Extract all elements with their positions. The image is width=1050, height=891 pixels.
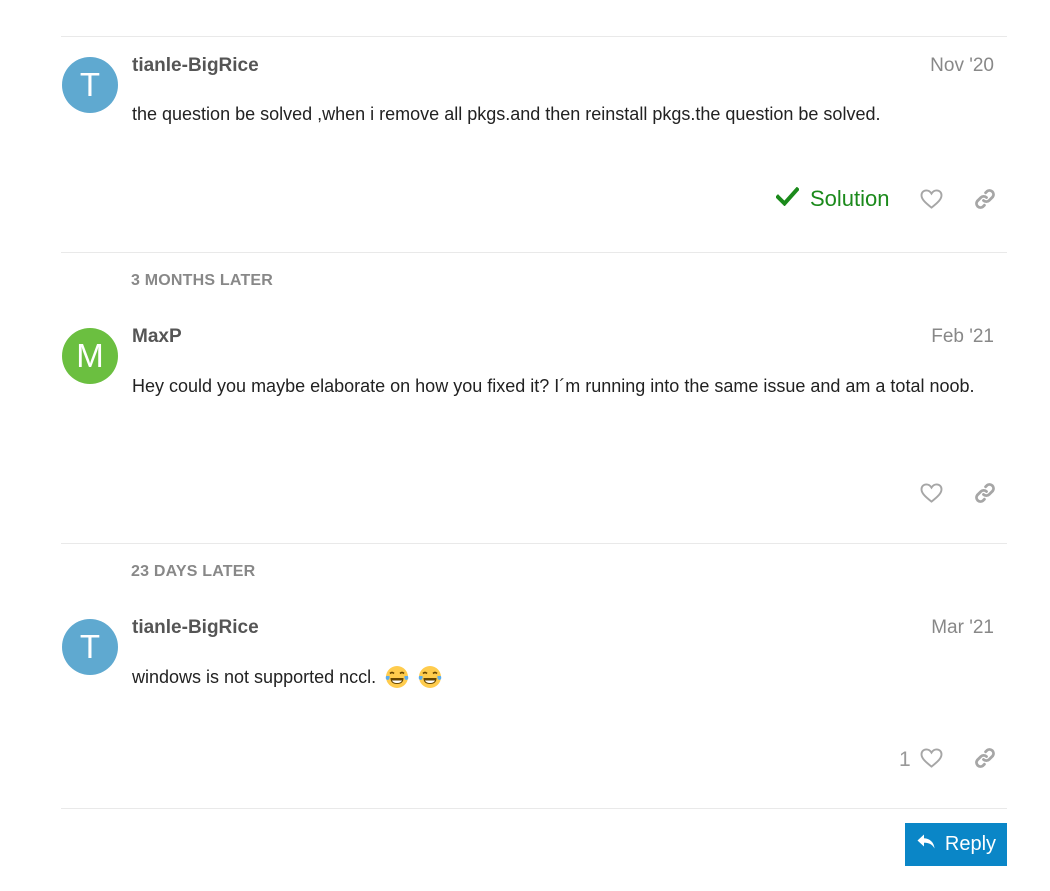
post-text: windows is not supported nccl.: [132, 667, 377, 687]
reply-arrow-icon: [916, 833, 945, 857]
post-date[interactable]: Nov '20: [930, 55, 994, 77]
solution-indicator[interactable]: Solution: [775, 186, 890, 212]
username[interactable]: MaxP: [132, 326, 182, 348]
heart-icon: [920, 482, 943, 508]
like-button[interactable]: [916, 745, 946, 775]
divider: [61, 36, 1007, 37]
post-date[interactable]: Mar '21: [931, 617, 994, 639]
joy-emoji-icon: [418, 665, 442, 689]
share-button[interactable]: [970, 745, 1000, 775]
heart-icon: [920, 188, 943, 214]
link-icon: [973, 187, 997, 216]
time-gap-label: 23 DAYS LATER: [131, 563, 256, 580]
post-body: Hey could you maybe elaborate on how you…: [132, 376, 975, 396]
username[interactable]: tianle-BigRice: [132, 55, 259, 77]
share-button[interactable]: [970, 480, 1000, 510]
solution-label: Solution: [810, 186, 890, 211]
heart-icon: [920, 747, 943, 773]
like-count[interactable]: 1: [899, 748, 911, 772]
joy-emoji-icon: [385, 665, 409, 689]
post-date[interactable]: Feb '21: [931, 326, 994, 348]
share-button[interactable]: [970, 186, 1000, 216]
link-icon: [973, 746, 997, 775]
link-icon: [973, 481, 997, 510]
divider: [61, 543, 1007, 544]
avatar[interactable]: M: [62, 328, 118, 384]
like-button[interactable]: [916, 480, 946, 510]
time-gap-label: 3 MONTHS LATER: [131, 272, 274, 289]
divider: [61, 252, 1007, 253]
check-icon: [775, 186, 810, 212]
reply-label: Reply: [944, 833, 997, 855]
post-body: the question be solved ,when i remove al…: [132, 104, 881, 124]
divider: [61, 808, 1007, 809]
avatar[interactable]: T: [62, 57, 118, 113]
reply-button[interactable]: Reply: [905, 823, 1007, 866]
topic-stream: T tianle-BigRice Nov '20 the question be…: [0, 0, 1050, 891]
post-body: windows is not supported nccl.: [132, 664, 992, 690]
username[interactable]: tianle-BigRice: [132, 617, 259, 639]
avatar[interactable]: T: [62, 619, 118, 675]
like-button[interactable]: [916, 186, 946, 216]
